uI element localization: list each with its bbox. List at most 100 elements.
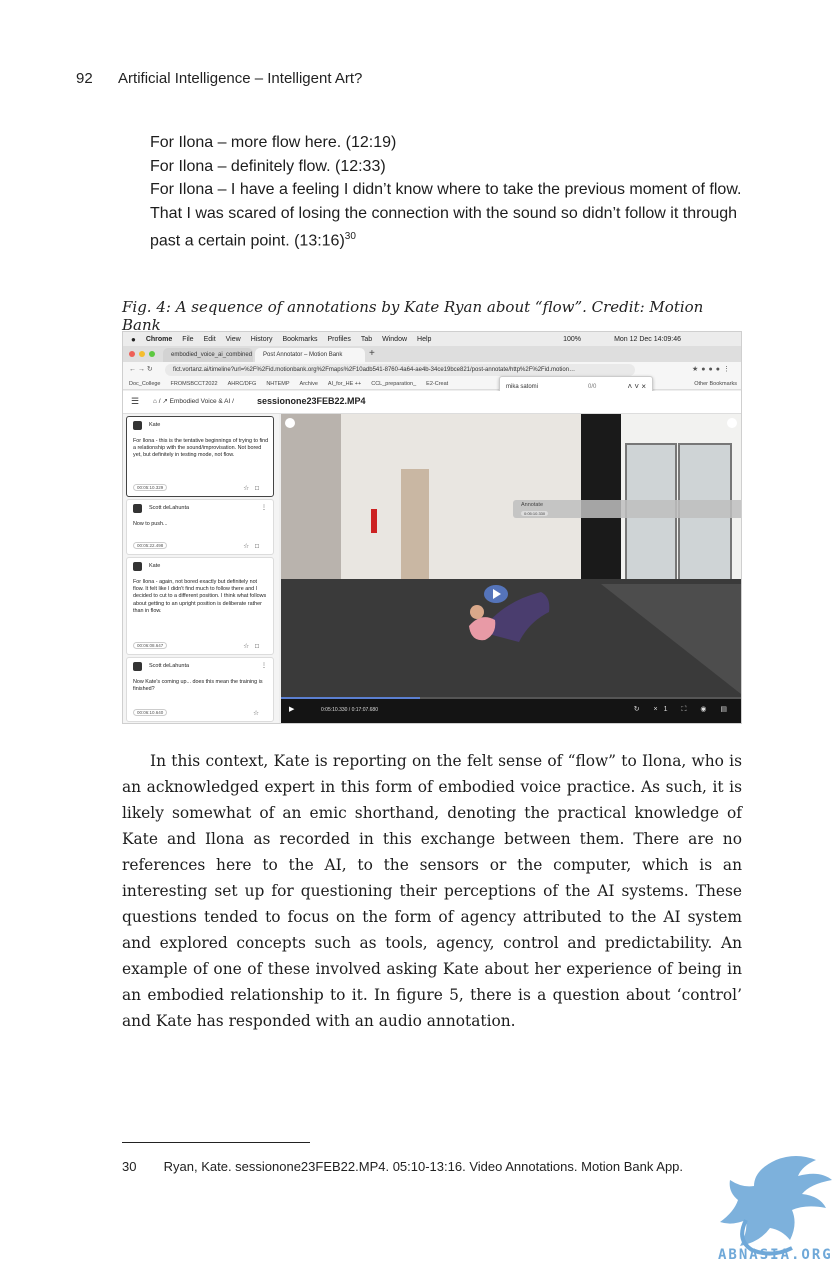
bookmark: AHRC/DFG xyxy=(227,380,257,387)
more-icon: ⋮ xyxy=(261,505,267,511)
annotation-author: Scott deLahunta xyxy=(149,505,190,511)
browser-tab-active: Post Annotator – Motion Bank xyxy=(255,348,365,362)
bookmark: FROMSBCCT2022 xyxy=(170,380,218,387)
close-icon xyxy=(727,418,737,428)
annotation-author: Scott deLahunta xyxy=(149,663,190,669)
annotation-author: Kate xyxy=(149,422,161,428)
block-quote: For Ilona – more flow here. (12:19) For … xyxy=(150,131,742,253)
battery-readout: 100% xyxy=(563,335,581,343)
star-icon: ☆ xyxy=(253,710,265,717)
annotation-icon xyxy=(133,662,142,671)
quote-line: For Ilona – I have a feeling I didn’t kn… xyxy=(150,178,742,253)
progress-fill xyxy=(281,697,420,699)
annotation-card: Scott deLahunta ⋮ Now to push... 00:05:2… xyxy=(126,499,274,555)
annotation-card: Scott deLahunta ⋮ Now Kate's coming up..… xyxy=(126,657,274,722)
menu-item: View xyxy=(225,335,241,343)
page-number: 92 xyxy=(76,70,93,87)
play-icon: ▶ xyxy=(289,706,295,713)
new-tab-icon: + xyxy=(369,348,375,359)
bookmark: CCL_preparation_ xyxy=(371,380,417,387)
app-header: ☰ ⌂ / ↗ Embodied Voice & AI / sessionone… xyxy=(123,391,741,414)
footnote-number: 30 xyxy=(122,1159,137,1174)
annotation-placeholder: Annotate xyxy=(521,502,544,508)
bookmark: Archive xyxy=(299,380,318,387)
bookmark: AI_for_HE ++ xyxy=(327,380,362,387)
star-comment-icons: ☆□ xyxy=(243,543,265,550)
quote-line: For Ilona – more flow here. (12:19) xyxy=(150,134,397,151)
annotation-text: For Ilona - this is the tentative beginn… xyxy=(133,438,269,459)
bookmark: Doc_College xyxy=(129,380,161,387)
body-paragraph: In this context, Kate is reporting on th… xyxy=(122,752,742,1030)
annotation-sidebar: Kate For Ilona - this is the tentative b… xyxy=(123,414,279,723)
apple-icon: ● xyxy=(131,334,136,344)
menu-item: History xyxy=(250,335,273,343)
annotation-time-chip: 0:05:10.330 xyxy=(521,511,549,516)
dance-studio-image xyxy=(281,414,741,723)
quote-line-text: For Ilona – I have a feeling I didn’t kn… xyxy=(150,181,742,250)
menu-item: Edit xyxy=(203,335,216,343)
annotation-timestamp: 00:06:08.647 xyxy=(133,642,168,649)
star-comment-icons: ☆□ xyxy=(243,485,265,492)
browser-tab-strip: embodied_voice_ai_combined Post Annotato… xyxy=(123,346,741,362)
find-query: mika satomi xyxy=(506,384,539,390)
running-title: Artificial Intelligence – Intelligent Ar… xyxy=(118,70,363,87)
session-title: sessionone23FEB22.MP4 xyxy=(257,396,366,406)
menu-item: Chrome xyxy=(145,335,173,343)
annotation-text: For Ilona - again, not bored exactly but… xyxy=(133,579,267,614)
breadcrumb: ⌂ / ↗ Embodied Voice & AI / xyxy=(153,398,234,405)
stop-icon xyxy=(285,418,295,428)
zoom-window-icon xyxy=(149,351,155,357)
annotation-timestamp: 00:05:22.498 xyxy=(133,542,168,549)
video-frame: Annotate 0:05:10.330 xyxy=(281,414,741,723)
find-close-icon: ˄ ˅ × xyxy=(627,382,646,391)
annotation-timestamp: 00:06:10.640 xyxy=(133,709,168,716)
nav-arrows-icon: ← → ↻ xyxy=(129,366,153,373)
figure-screenshot: ● Chrome File Edit View History Bookmark… xyxy=(122,331,742,724)
close-window-icon xyxy=(129,351,135,357)
annotation-icon xyxy=(133,421,142,430)
bookmark: E2-Creat xyxy=(426,380,449,387)
menu-item: Window xyxy=(382,335,408,343)
speed-label: ×1 xyxy=(653,706,674,713)
figure-caption: Fig. 4: A sequence of annotations by Kat… xyxy=(122,298,704,334)
annotation-timestamp: 00:05:10.329 xyxy=(133,484,168,491)
footnote-text: Ryan, Kate. sessionone23FEB22.MP4. 05:10… xyxy=(163,1159,684,1174)
annotation-input: Annotate 0:05:10.330 xyxy=(513,500,741,518)
footnote-reference[interactable]: 30 xyxy=(345,231,356,242)
video-controls: ▶ 0:05:10.330 / 0:17:07.680 ↻ ×1 ⛶ ◉ ▤ xyxy=(281,697,741,723)
annotation-text: Now to push... xyxy=(133,521,168,527)
annotation-icon xyxy=(133,504,142,513)
footnote: 30 Ryan, Kate. sessionone23FEB22.MP4. 05… xyxy=(122,1159,683,1174)
annotation-text: Now Kate's coming up... does this mean t… xyxy=(133,679,263,693)
bookmark: NHTEMP xyxy=(266,380,290,387)
footnote-rule xyxy=(122,1142,310,1143)
video-time: 0:05:10.330 / 0:17:07.680 xyxy=(321,707,378,713)
find-count: 0/0 xyxy=(588,384,597,390)
menu-item: File xyxy=(182,335,194,343)
menu-item: Bookmarks xyxy=(282,335,318,343)
menu-clock: Mon 12 Dec 14:09:46 xyxy=(614,335,681,343)
menu-item: Help xyxy=(417,335,432,343)
more-icon: ⋮ xyxy=(261,663,267,669)
extension-icons: ★●●●⋮ xyxy=(692,366,733,373)
window-controls xyxy=(129,351,155,357)
annotation-card: Kate For Ilona - this is the tentative b… xyxy=(126,416,274,497)
watermark-text: ABNASIA.ORG xyxy=(718,1247,833,1263)
menu-item: Tab xyxy=(360,335,373,343)
menu-item: Profiles xyxy=(327,335,351,343)
mac-menu-bar: ● Chrome File Edit View History Bookmark… xyxy=(123,332,741,346)
quote-line: For Ilona – definitely flow. (12:33) xyxy=(150,157,386,175)
star-comment-icons: ☆□ xyxy=(243,643,265,650)
body-text: In this context, Kate is reporting on th… xyxy=(122,748,742,1034)
address-bar: fict.vortanz.ai/timeline?url=%2F%2Fid.mo… xyxy=(165,364,635,376)
running-header: 92 Artificial Intelligence – Intelligent… xyxy=(76,70,362,87)
annotation-icon xyxy=(133,562,142,571)
hamburger-icon: ☰ xyxy=(131,396,140,406)
other-bookmarks: Other Bookmarks xyxy=(694,380,737,387)
browser-tab: embodied_voice_ai_combined xyxy=(163,348,253,362)
breadcrumb-label: Embodied Voice & AI / xyxy=(169,398,234,405)
player-controls-icons: ↻ ×1 ⛶ ◉ ▤ xyxy=(633,706,733,713)
annotation-card: Kate For Ilona - again, not bored exactl… xyxy=(126,557,274,655)
minimize-window-icon xyxy=(139,351,145,357)
annotation-author: Kate xyxy=(149,563,161,569)
